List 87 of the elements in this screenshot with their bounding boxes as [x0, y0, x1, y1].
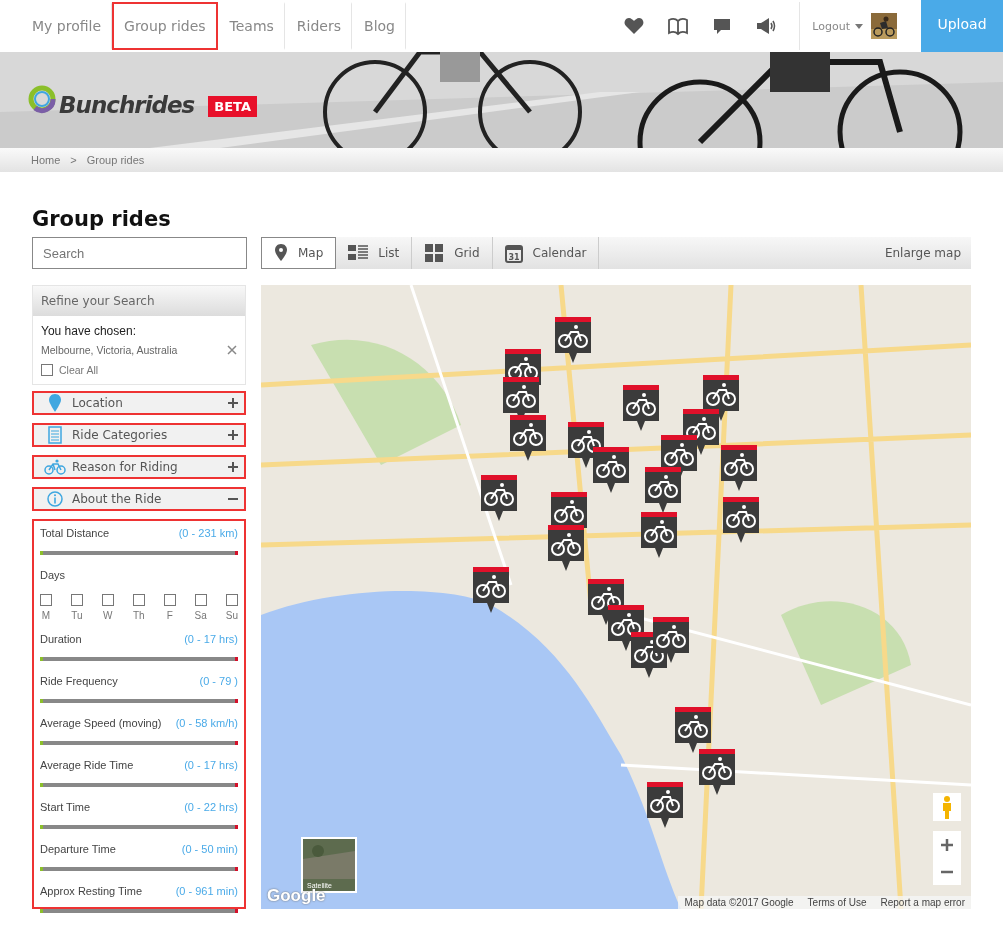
- range-slider[interactable]: [40, 867, 238, 871]
- beta-badge: BETA: [208, 95, 257, 117]
- filter-label: Departure Time: [40, 843, 116, 856]
- accordion-header[interactable]: Ride Categories: [32, 423, 246, 447]
- filter-range: (0 - 17 hrs): [184, 759, 238, 772]
- breadcrumb-link[interactable]: Home: [31, 154, 61, 166]
- day-checkbox[interactable]: [194, 594, 207, 606]
- chosen-location: Melbourne, Victoria, Australia: [41, 344, 178, 356]
- search-field[interactable]: Search: [32, 237, 247, 269]
- day-label: Th: [132, 610, 145, 621]
- breadcrumb-separator: >: [70, 154, 77, 166]
- accordion-header[interactable]: Reason for Riding: [32, 455, 246, 479]
- day-checkbox[interactable]: [132, 594, 145, 606]
- caret-icon: [855, 23, 863, 29]
- view-tab[interactable]: Map: [261, 237, 337, 269]
- brand-name: Bunchrides: [59, 92, 195, 118]
- nav-link[interactable]: Blog: [352, 2, 406, 50]
- day-checkbox[interactable]: [163, 594, 176, 606]
- heart-icon[interactable]: [623, 15, 646, 37]
- list-icon: [348, 243, 369, 263]
- day-label: Tu: [71, 610, 83, 621]
- day-label: Sa: [194, 610, 207, 621]
- pin-icon: [49, 394, 61, 412]
- enlarge-map-link[interactable]: Enlarge map: [884, 246, 971, 260]
- breadcrumb-link[interactable]: Group rides: [86, 154, 145, 166]
- filter-label: Average Speed (moving): [40, 717, 162, 730]
- grid-icon: [424, 243, 445, 263]
- range-slider[interactable]: [40, 741, 238, 745]
- view-tab[interactable]: Grid: [412, 237, 493, 269]
- panel-title: Refine your Search: [33, 286, 245, 316]
- filter-range: (0 - 231 km): [178, 527, 238, 540]
- section-label: Location: [72, 396, 124, 410]
- accordion-header[interactable]: Location: [32, 391, 246, 415]
- view-tab[interactable]: 31 Calendar: [492, 237, 600, 269]
- section-label: About the Ride: [72, 492, 163, 506]
- expand-icon: [228, 430, 238, 440]
- nav-link[interactable]: Teams: [217, 2, 285, 50]
- nav-link[interactable]: Riders: [284, 2, 353, 50]
- filter-label: Average Ride Time: [40, 759, 134, 772]
- range-slider[interactable]: [40, 657, 238, 661]
- day-label: M: [41, 610, 51, 621]
- map-pin-icon: [274, 243, 288, 263]
- day-label: W: [103, 610, 113, 621]
- bicycle-icon: [44, 459, 66, 475]
- range-slider[interactable]: [40, 699, 238, 703]
- filter-range: (0 - 22 hrs): [184, 801, 238, 814]
- filter-label: Total Distance: [40, 527, 110, 540]
- ring-logo-icon: [27, 84, 57, 114]
- day-checkbox[interactable]: [225, 594, 238, 606]
- calendar-icon: 31: [504, 243, 523, 263]
- filter-range: (0 - 79 ): [199, 675, 238, 688]
- checkbox[interactable]: [41, 364, 53, 376]
- filter-range: (0 - 58 km/h): [175, 717, 238, 730]
- view-tab[interactable]: List: [336, 237, 413, 269]
- book-icon[interactable]: [667, 15, 690, 37]
- range-slider[interactable]: [40, 551, 238, 555]
- day-label: Su: [225, 610, 238, 621]
- nav-link[interactable]: Group rides: [112, 2, 218, 50]
- list-icon: [48, 426, 62, 444]
- filter-range: (0 - 50 min): [181, 843, 238, 856]
- day-checkbox[interactable]: [70, 594, 83, 606]
- filter-range: (0 - 17 hrs): [184, 633, 238, 646]
- close-icon[interactable]: [227, 345, 237, 355]
- section-label: Ride Categories: [72, 428, 169, 442]
- accordion-header[interactable]: About the Ride: [32, 487, 246, 511]
- filter-range: (0 - 961 min): [175, 885, 238, 898]
- range-slider[interactable]: [40, 825, 238, 829]
- nav-link[interactable]: My profile: [20, 2, 113, 50]
- day-checkbox[interactable]: [40, 594, 52, 606]
- megaphone-icon[interactable]: [755, 15, 778, 37]
- page-title: Group rides: [32, 207, 172, 231]
- section-label: Reason for Riding: [72, 460, 179, 474]
- info-icon: [47, 491, 63, 507]
- range-slider[interactable]: [40, 783, 238, 787]
- filter-label: Duration: [40, 633, 82, 646]
- day-checkbox[interactable]: [101, 594, 114, 606]
- logout-menu[interactable]: Logout: [812, 19, 863, 33]
- filter-label: Ride Frequency: [40, 675, 118, 688]
- chosen-label: You have chosen:: [41, 324, 137, 338]
- filter-label: Days: [40, 569, 66, 582]
- clear-all-label[interactable]: Clear All: [59, 364, 99, 376]
- filter-label: Approx Resting Time: [40, 885, 143, 898]
- range-slider[interactable]: [40, 909, 238, 913]
- filter-label: Start Time: [40, 801, 91, 814]
- expand-icon: [228, 462, 238, 472]
- day-label: F: [166, 610, 173, 621]
- expand-icon: [228, 398, 238, 408]
